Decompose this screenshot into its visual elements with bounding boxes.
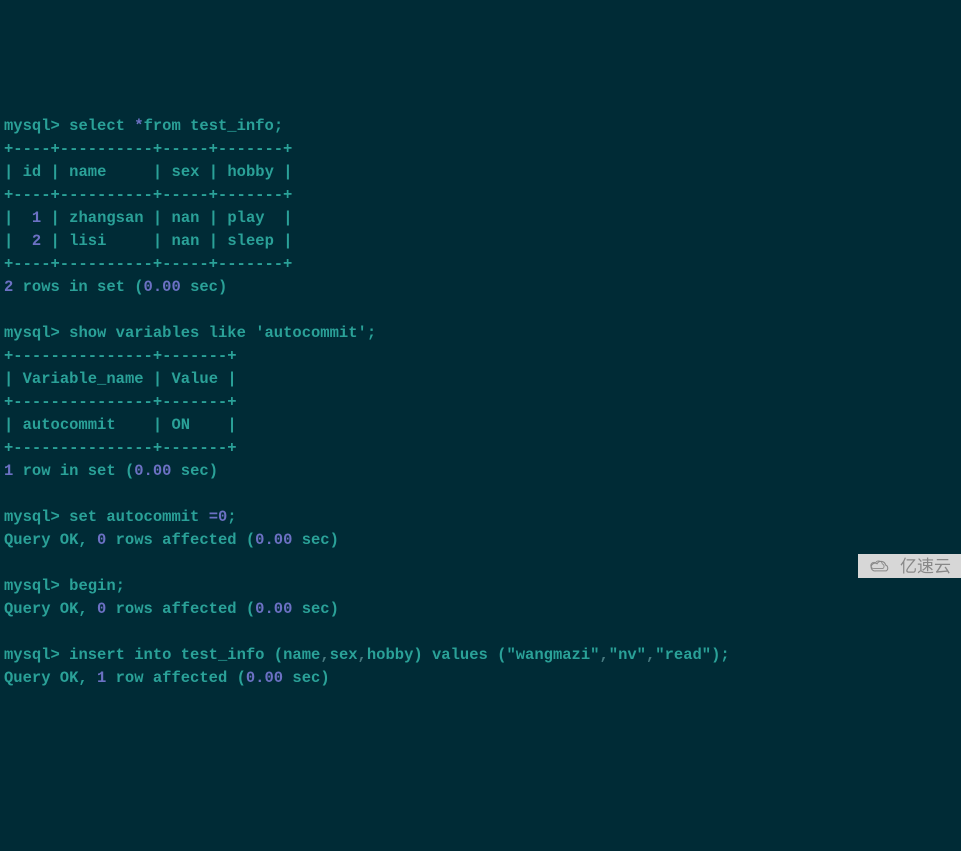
col-sex: sex [172,163,200,181]
string-wangmazi: "wangmazi" [506,646,599,664]
col-variable-name: Variable_name [23,370,144,388]
cell-sex: nan [172,209,200,227]
semicolon: ; [274,117,283,135]
watermark-text: 亿速云 [900,558,951,575]
insert-into: insert into test_info [69,646,264,664]
table-border: +---------------+-------+ [4,393,237,411]
mysql-prompt: mysql [4,324,51,342]
equals-zero: =0 [209,508,228,526]
terminal-output[interactable]: mysql> select *from test_info; +----+---… [0,92,961,690]
star-glyph: * [134,117,143,135]
mysql-prompt: mysql [4,577,51,595]
pipe-icon: | [4,163,13,181]
table-border: +---------------+-------+ [4,439,237,457]
select-keyword: select [69,117,125,135]
watermark-badge: 亿速云 [858,554,961,578]
string-read: "read" [655,646,711,664]
mysql-prompt: mysql [4,646,51,664]
table-border: +----+----------+-----+-------+ [4,255,292,273]
cell-name: lisi [69,232,143,250]
table-border: +----+----------+-----+-------+ [4,186,292,204]
cell-id: 2 [32,232,41,250]
prompt-gt: > [51,117,60,135]
cell-sex: nan [172,232,200,250]
show-variables: show variables like [69,324,246,342]
cell-id: 1 [32,209,41,227]
cell-hobby: sleep [227,232,274,250]
from-clause: from test_info [144,117,274,135]
begin-keyword: begin [69,577,116,595]
row-in-set: row in set [13,462,125,480]
cell-hobby: play [227,209,274,227]
values-keyword: values [432,646,488,664]
col-hobby: hobby [227,163,274,181]
query-ok: Query OK, [4,531,97,549]
cell-value: ON [171,416,218,434]
col-id: id [23,163,42,181]
rows-in-set: rows in set [13,278,134,296]
table-border: +----+----------+-----+-------+ [4,140,292,158]
mysql-prompt: mysql [4,117,51,135]
string-literal: 'autocommit' [255,324,367,342]
string-nv: "nv" [609,646,646,664]
table-border: +---------------+-------+ [4,347,237,365]
timing: ( [134,278,143,296]
cloud-icon [868,559,894,575]
row-count: 1 [4,462,13,480]
set-autocommit: set autocommit [69,508,199,526]
cell-name: zhangsan [69,209,143,227]
query-ok: Query OK, [4,669,97,687]
row-count: 2 [4,278,13,296]
col-value: Value [171,370,218,388]
query-ok: Query OK, [4,600,97,618]
mysql-prompt: mysql [4,508,51,526]
col-name: name [69,163,143,181]
cell-varname: autocommit [23,416,144,434]
